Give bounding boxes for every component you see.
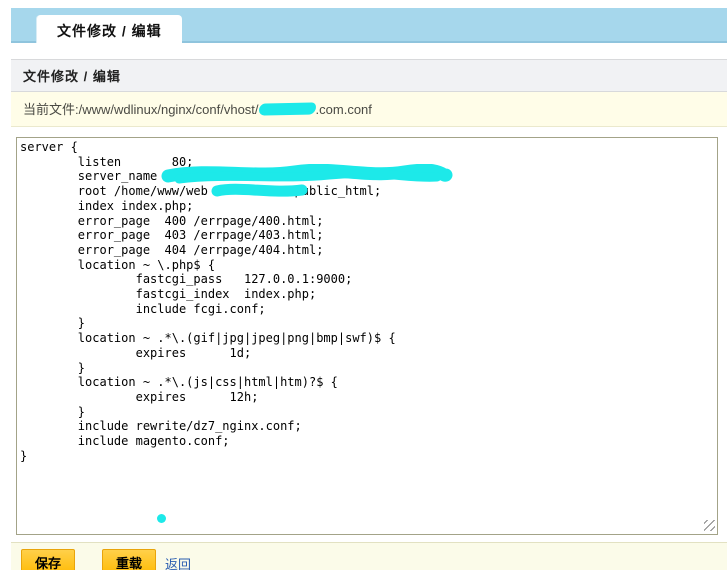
redaction-domain-in-path — [258, 102, 315, 115]
resize-grip-icon[interactable] — [704, 520, 715, 531]
config-editor-textarea[interactable] — [16, 137, 718, 535]
editor-area — [16, 137, 718, 535]
current-file-path-prefix: 当前文件:/www/wdlinux/nginx/conf/vhost/ — [23, 102, 259, 117]
tab-file-edit-label: 文件修改 / 编辑 — [57, 23, 162, 39]
back-link[interactable]: 返回 — [165, 554, 191, 570]
tab-file-edit[interactable]: 文件修改 / 编辑 — [37, 15, 182, 43]
footer-toolbar: 保存 重载 返回 — [11, 542, 727, 570]
save-button[interactable]: 保存 — [21, 549, 75, 570]
current-file-path-suffix: .com.conf — [316, 102, 372, 117]
current-file-path: 当前文件:/www/wdlinux/nginx/conf/vhost/ .com.… — [11, 92, 727, 127]
tab-bar: 文件修改 / 编辑 — [11, 8, 727, 43]
reload-button[interactable]: 重载 — [102, 549, 156, 570]
section-title: 文件修改 / 编辑 — [11, 59, 727, 92]
